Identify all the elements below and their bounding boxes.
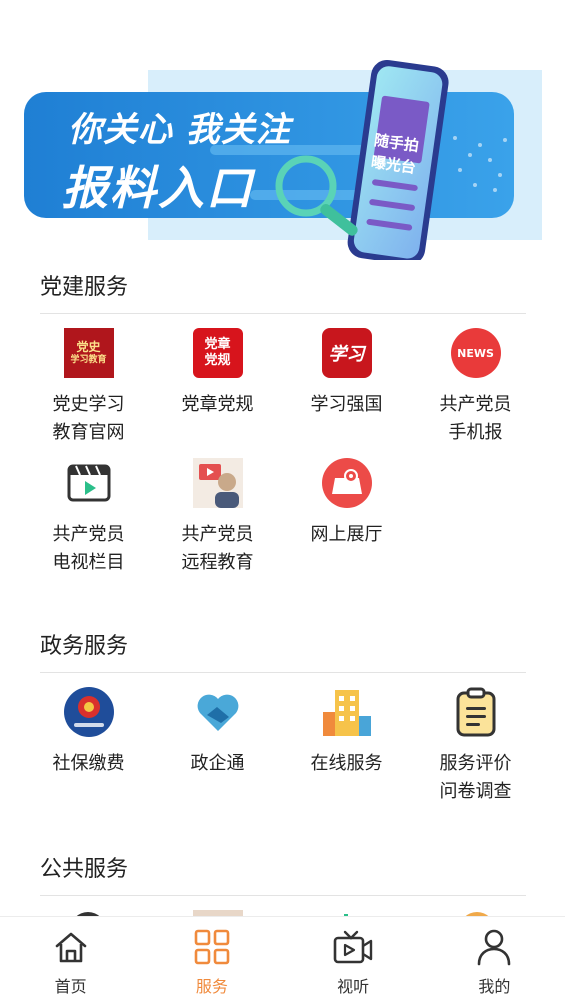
service-party-history-site[interactable]: 党史 学习教育 党史学习 教育官网 <box>24 327 153 447</box>
section-divider <box>40 313 526 314</box>
video-clapper-icon <box>63 457 115 509</box>
service-xuexi-qiangguo[interactable]: 学习 学习强国 <box>282 327 411 447</box>
home-icon <box>51 927 91 967</box>
xuexi-qiangguo-icon: 学习 <box>321 327 373 379</box>
service-label: 网上展厅 <box>310 524 383 545</box>
service-social-security-payment[interactable]: 社保缴费 <box>24 686 153 806</box>
clipboard-icon <box>450 686 502 738</box>
service-label: 政企通 <box>190 753 245 774</box>
xuexi-icon-text: 学习 <box>328 344 365 365</box>
service-party-remote-education[interactable]: 共产党员 远程教育 <box>153 457 282 577</box>
banner-headline: 你关心 我关注 <box>68 110 291 150</box>
news-icon: NEWS <box>450 327 502 379</box>
online-exhibition-icon <box>321 457 373 509</box>
tab-services[interactable]: 服务 <box>141 917 282 1004</box>
section-title: 公共服务 <box>40 857 129 882</box>
social-security-emblem-icon <box>63 686 115 738</box>
news-icon-text: NEWS <box>457 346 494 360</box>
bottom-tab-bar: 首页 服务 视听 我的 <box>0 916 565 1004</box>
party-history-icon: 党史 学习教育 <box>63 327 115 379</box>
party-history-icon-text-1: 党史 <box>76 340 101 354</box>
service-party-mobile-news[interactable]: NEWS 共产党员 手机报 <box>411 327 540 447</box>
service-party-constitution[interactable]: 党章 党规 党章党规 <box>153 327 282 447</box>
tab-label: 首页 <box>54 977 87 996</box>
grid-icon <box>192 927 232 967</box>
service-online-exhibition[interactable]: 网上展厅 <box>282 457 411 577</box>
tv-play-icon <box>333 927 373 967</box>
tab-label: 服务 <box>195 977 228 996</box>
section-party-services: 党建服务 <box>40 271 526 314</box>
service-label: 服务评价 问卷调查 <box>439 753 512 802</box>
party-rules-icon-text-2: 党规 <box>204 353 231 368</box>
phone-text: 随手拍 曝光台 <box>368 129 422 179</box>
report-banner[interactable]: 你关心 我关注 报料入口 随手拍 曝光台 <box>0 50 565 265</box>
service-label: 在线服务 <box>310 753 383 774</box>
section-title: 政务服务 <box>40 634 129 659</box>
tab-audio-video[interactable]: 视听 <box>283 917 424 1004</box>
party-services-grid: 党史 学习教育 党史学习 教育官网 党章 党规 党章党规 学习 学习强国 NEW… <box>24 327 541 577</box>
service-label: 党章党规 <box>181 394 254 415</box>
banner-subline: 报料入口 <box>62 161 254 215</box>
tab-home[interactable]: 首页 <box>0 917 141 1004</box>
service-label: 社保缴费 <box>52 753 125 774</box>
section-government-services: 政务服务 <box>40 630 526 673</box>
section-title: 党建服务 <box>40 275 129 300</box>
service-online-service[interactable]: 在线服务 <box>282 686 411 806</box>
user-icon <box>474 927 514 967</box>
section-public-services: 公共服务 <box>40 853 526 896</box>
party-history-icon-text-2: 学习教育 <box>70 355 107 365</box>
party-rules-icon-text-1: 党章 <box>204 337 231 352</box>
section-divider <box>40 895 526 896</box>
party-rules-icon: 党章 党规 <box>192 327 244 379</box>
tab-label: 视听 <box>337 977 370 996</box>
service-label: 学习强国 <box>310 394 383 415</box>
service-label: 共产党员 电视栏目 <box>52 524 125 573</box>
section-divider <box>40 672 526 673</box>
service-label: 党史学习 教育官网 <box>52 394 125 443</box>
service-label: 共产党员 远程教育 <box>181 524 254 573</box>
service-zhengqitong[interactable]: 政企通 <box>153 686 282 806</box>
building-icon <box>321 686 373 738</box>
service-party-tv-program[interactable]: 共产党员 电视栏目 <box>24 457 153 577</box>
service-label: 共产党员 手机报 <box>439 394 512 443</box>
government-services-grid: 社保缴费 政企通 在线服务 服务评价 问卷调查 <box>24 686 541 806</box>
handshake-heart-icon <box>192 686 244 738</box>
tab-label: 我的 <box>478 977 511 996</box>
service-evaluation-survey[interactable]: 服务评价 问卷调查 <box>411 686 540 806</box>
tab-profile[interactable]: 我的 <box>424 917 565 1004</box>
remote-education-icon <box>192 457 244 509</box>
